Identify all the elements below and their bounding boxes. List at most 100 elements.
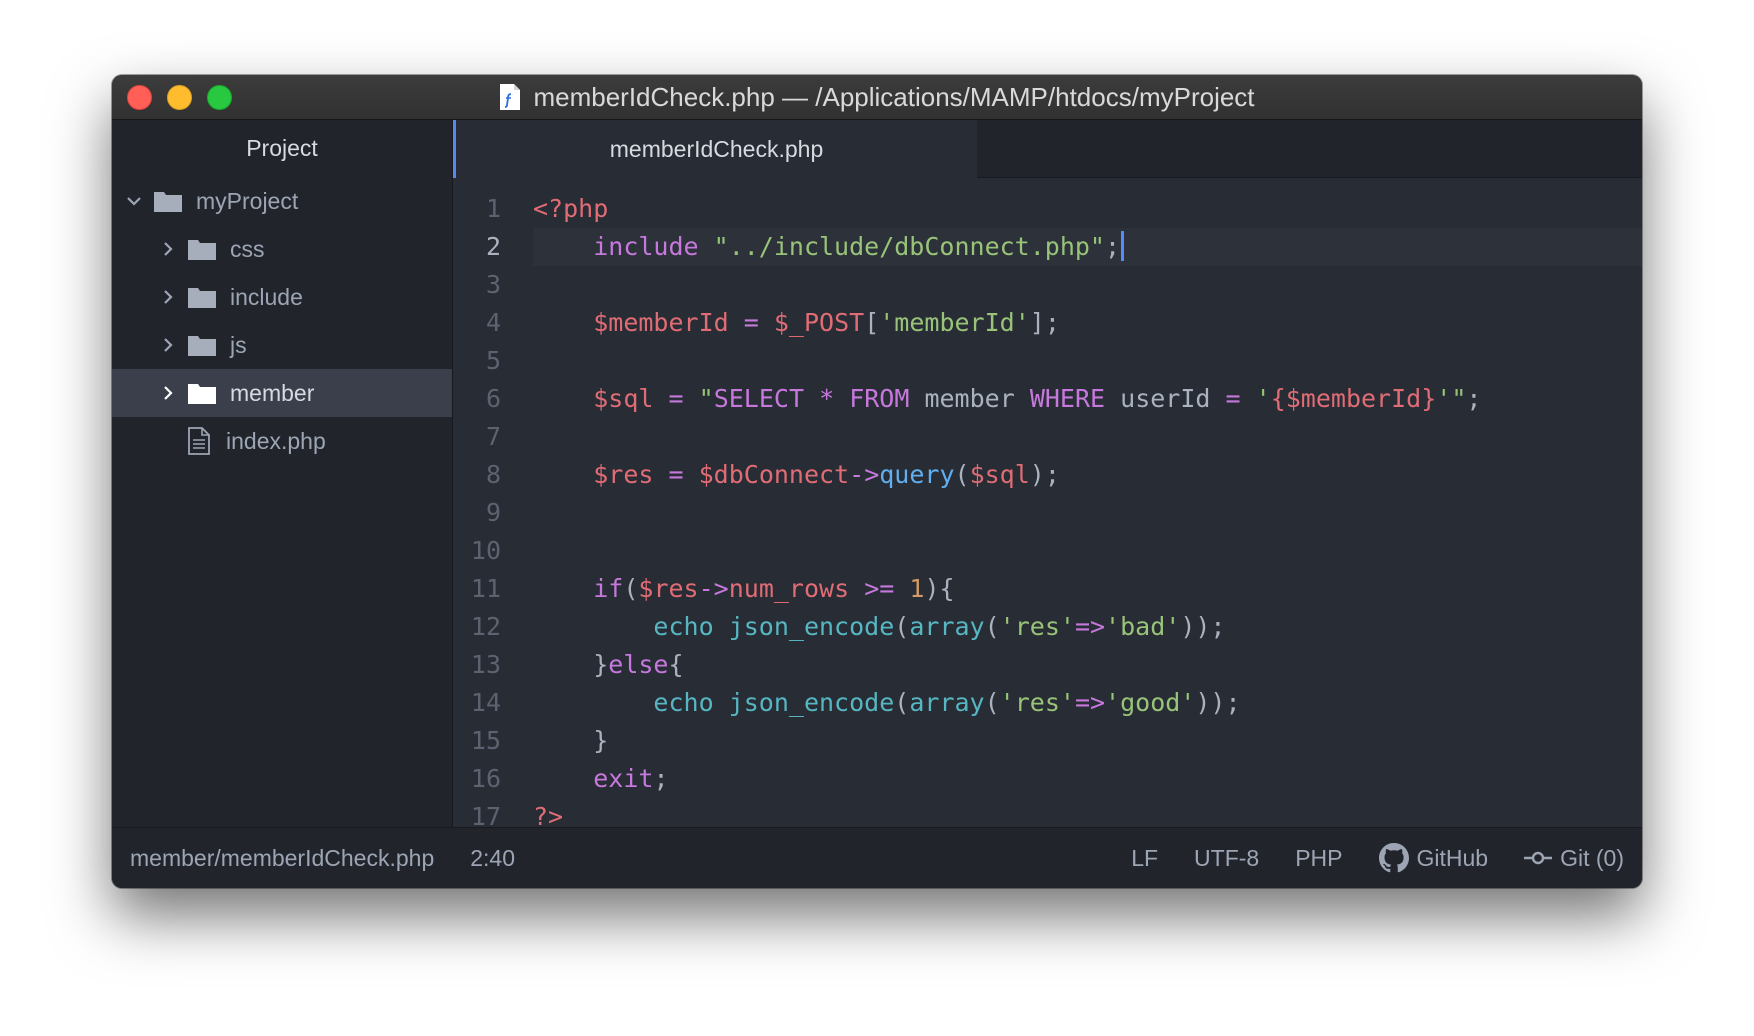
code-token: array: [909, 612, 985, 641]
status-file-path[interactable]: member/memberIdCheck.php: [130, 845, 434, 872]
code-token: "../include/dbConnect.php": [713, 232, 1105, 261]
code-token: ;: [653, 764, 669, 793]
code-token: =: [1225, 384, 1241, 413]
code-token: echo: [653, 688, 714, 717]
code-token: ){: [924, 574, 955, 603]
code-token: (: [954, 460, 970, 489]
code-token: {: [668, 650, 684, 679]
line-number: 12: [470, 612, 501, 641]
code-token: $res: [638, 574, 699, 603]
code-token: =: [743, 308, 759, 337]
window-title-container: memberIdCheck.php — /Applications/MAMP/h…: [112, 75, 1642, 119]
code-line[interactable]: 9: [453, 494, 1642, 532]
tab-memberidcheck-php[interactable]: memberIdCheck.php: [453, 120, 977, 178]
code-token: =>: [1074, 688, 1106, 717]
code-line[interactable]: 6 $sql = "SELECT * FROM member WHERE use…: [453, 380, 1642, 418]
code-token: *: [819, 384, 835, 413]
tree-item-include[interactable]: include: [112, 273, 452, 321]
code-token: ));: [1195, 688, 1241, 717]
code-token: (: [623, 574, 639, 603]
code-line[interactable]: 14 echo json_encode(array('res'=>'good')…: [453, 684, 1642, 722]
code-line[interactable]: 7: [453, 418, 1642, 456]
code-token: (: [984, 612, 1000, 641]
code-editor[interactable]: 1 <?php 2 include "../include/dbConnect.ph…: [453, 178, 1642, 831]
tree-item-css[interactable]: css: [112, 225, 452, 273]
code-token: ": [698, 384, 714, 413]
status-line-ending[interactable]: LF: [1131, 845, 1158, 872]
code-line[interactable]: 3: [453, 266, 1642, 304]
code-token: $dbConnect: [698, 460, 850, 489]
tree-item-js[interactable]: js: [112, 321, 452, 369]
chevron-right-icon: [164, 386, 173, 400]
status-cursor-position[interactable]: 2:40: [470, 845, 515, 872]
code-token: $sql: [593, 384, 654, 413]
line-number: 15: [470, 726, 501, 755]
github-label: GitHub: [1416, 844, 1489, 871]
code-line[interactable]: 10: [453, 532, 1642, 570]
code-token: [: [864, 308, 880, 337]
code-token: ->: [849, 460, 880, 489]
code-text: if($res->num_rows >= 1){: [533, 570, 955, 608]
code-line[interactable]: 11 if($res->num_rows >= 1){: [453, 570, 1642, 608]
tree-item-label: myProject: [196, 187, 299, 214]
status-grammar[interactable]: PHP: [1295, 845, 1342, 872]
code-token: 'good': [1105, 688, 1196, 717]
project-panel-header[interactable]: Project: [112, 120, 452, 177]
code-line[interactable]: 16 exit;: [453, 760, 1642, 798]
code-token: $_POST: [773, 308, 865, 337]
code-token: userId: [1105, 384, 1226, 413]
tree-item-index-php[interactable]: index.php: [112, 417, 452, 465]
git-label: Git (0): [1560, 844, 1624, 871]
status-git-button[interactable]: Git (0): [1524, 845, 1624, 872]
folder-icon: [188, 288, 216, 308]
title-bar[interactable]: memberIdCheck.php — /Applications/MAMP/h…: [112, 75, 1642, 120]
status-bar: member/memberIdCheck.php 2:40 LF UTF-8 P…: [112, 827, 1642, 888]
code-token: include: [593, 232, 699, 261]
code-token: (: [894, 688, 910, 717]
folder-icon: [188, 384, 216, 404]
text-cursor: [1121, 231, 1125, 261]
project-tree-panel: Project myProject css include js member: [112, 120, 453, 828]
tree-root-myproject[interactable]: myProject: [112, 177, 452, 225]
status-github-button[interactable]: GitHub: [1378, 843, 1489, 873]
code-line[interactable]: 15 }: [453, 722, 1642, 760]
text-file-icon: [188, 427, 210, 455]
code-token: array: [909, 688, 985, 717]
code-token: 'bad': [1105, 612, 1181, 641]
code-token: =: [668, 384, 684, 413]
code-token: );: [1029, 460, 1060, 489]
code-text: $sql = "SELECT * FROM member WHERE userI…: [533, 380, 1481, 418]
code-token: else: [608, 650, 669, 679]
code-token: exit: [593, 764, 654, 793]
line-number: 10: [470, 536, 501, 565]
code-line[interactable]: 8 $res = $dbConnect->query($sql);: [453, 456, 1642, 494]
code-token: >=: [864, 574, 895, 603]
code-line[interactable]: 2 include "../include/dbConnect.php";: [453, 228, 1642, 266]
code-line[interactable]: 13 }else{: [453, 646, 1642, 684]
code-line[interactable]: 5: [453, 342, 1642, 380]
code-token: ': [1255, 384, 1271, 413]
code-token: json_encode: [728, 688, 895, 717]
status-encoding[interactable]: UTF-8: [1194, 845, 1259, 872]
folder-icon: [188, 336, 216, 356]
code-text: }else{: [533, 646, 684, 684]
tree-item-member[interactable]: member: [112, 369, 452, 417]
tab-label: memberIdCheck.php: [609, 135, 824, 162]
code-line[interactable]: 1 <?php: [453, 190, 1642, 228]
code-line[interactable]: 4 $memberId = $_POST['memberId'];: [453, 304, 1642, 342]
code-token: $sql: [969, 460, 1030, 489]
code-line[interactable]: 12 echo json_encode(array('res'=>'bad'))…: [453, 608, 1642, 646]
